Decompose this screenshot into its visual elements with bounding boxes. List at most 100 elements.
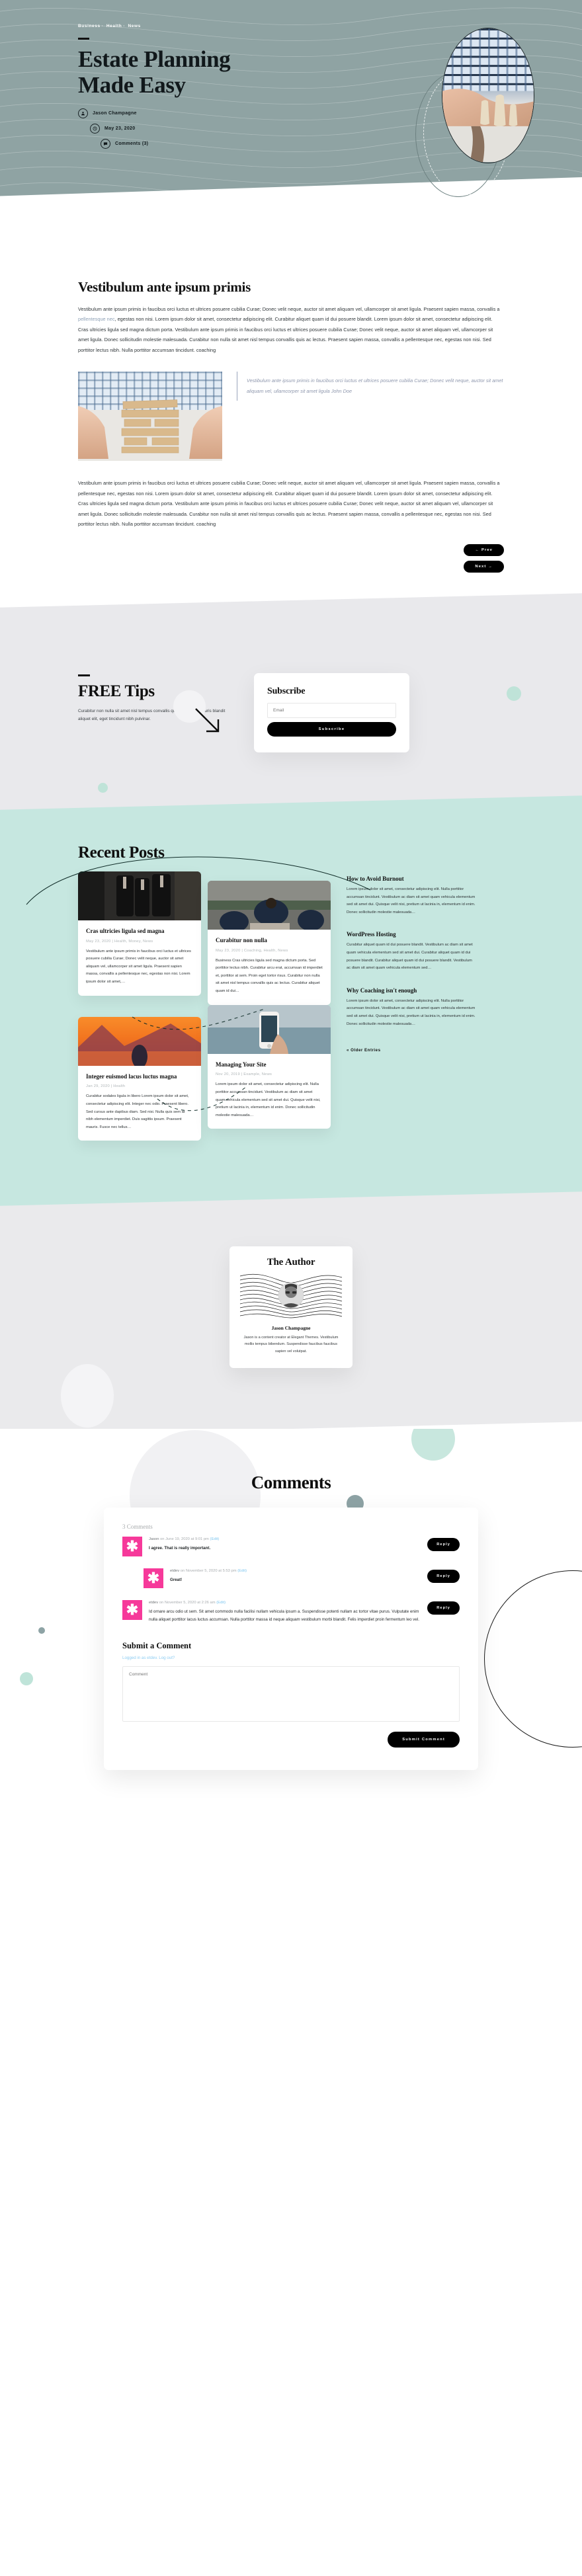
- post-excerpt: Curabitur sodales ligula in libero Lorem…: [86, 1094, 189, 1129]
- blockquote-author: John Doe: [331, 388, 353, 395]
- reply-button[interactable]: Reply: [427, 1601, 460, 1615]
- avatar: ✱: [122, 1537, 142, 1557]
- recent-posts-section: Recent Posts Cras ultricies ligula sed m…: [0, 795, 582, 1215]
- hero-author-name: Jason Champagne: [93, 110, 137, 116]
- comment-on-label: on: [158, 1601, 165, 1605]
- article-title: Vestibulum ante ipsum primis: [78, 279, 251, 295]
- author-heading: The Author: [267, 1257, 315, 1268]
- pellentesque-link[interactable]: pellentesque nec: [78, 316, 115, 322]
- hero-photo: [442, 28, 534, 163]
- post-excerpt: Lorem ipsum dolor sit amet, consectetur …: [216, 1082, 321, 1117]
- recent-sidebar: How to Avoid Burnout Lorem ipsum dolor s…: [347, 871, 476, 1055]
- comments-decor-dot-mint: [411, 1429, 455, 1461]
- post-excerpt: Business Cras ultricies ligula sed magna…: [216, 958, 323, 993]
- reply-button[interactable]: Reply: [427, 1538, 460, 1552]
- post-title[interactable]: Cras ultricies ligula sed magna: [86, 928, 193, 936]
- subscribe-title: Subscribe: [267, 686, 306, 696]
- comment-text: Great!: [170, 1578, 183, 1583]
- comment-author[interactable]: etdev: [149, 1601, 158, 1605]
- tips-decor-dot-mint: [507, 686, 521, 701]
- sidebar-heading[interactable]: WordPress Hosting: [347, 931, 476, 938]
- article-inline-image: [78, 372, 222, 462]
- avatar: ✱: [144, 1568, 163, 1589]
- hero-category-1[interactable]: Health: [106, 24, 122, 28]
- comment-textarea[interactable]: [122, 1666, 460, 1722]
- email-input[interactable]: [267, 702, 396, 718]
- clock-icon: [90, 123, 100, 134]
- sidebar-heading[interactable]: Why Coaching isn't enough: [347, 986, 476, 993]
- article-quote-row: Vestibulum ante ipsum primis in faucibus…: [78, 372, 504, 462]
- comment-meta: Jason on June 19, 2020 at 9:01 pm (Edit): [149, 1537, 421, 1541]
- older-entries-link[interactable]: « Older Entries: [347, 1048, 381, 1053]
- next-button[interactable]: Next →: [464, 560, 504, 573]
- comment-on-label: on: [179, 1569, 186, 1574]
- comment-item: ✱ Jason on June 19, 2020 at 9:01 pm (Edi…: [122, 1537, 460, 1557]
- post-thumbnail: [78, 871, 201, 920]
- post-card[interactable]: Cras ultricies ligula sed magna May 23, …: [78, 871, 201, 996]
- comments-decor-ring: [484, 1570, 582, 1748]
- post-thumbnail: [78, 1016, 201, 1066]
- page-title: Estate Planning Made Easy: [78, 46, 276, 98]
- hero-categories[interactable]: Business · Health · News: [78, 24, 582, 28]
- article-section: Vestibulum ante ipsum primis Vestibulum …: [0, 218, 582, 610]
- comment-author[interactable]: Jason: [149, 1537, 159, 1541]
- hero-divider: [78, 38, 89, 40]
- sidebar-text: Curabitur aliquet quam id dui posuere bl…: [347, 943, 473, 970]
- sidebar-text: Lorem ipsum dolor sit amet, consectetur …: [347, 887, 476, 914]
- comment-edit-link[interactable]: (Edit): [216, 1601, 226, 1605]
- comments-count: 3 Comments: [122, 1523, 153, 1531]
- post-thumbnail: [208, 880, 331, 930]
- author-bio: Jason is a content creator at Elegant Th…: [243, 1336, 339, 1353]
- post-title[interactable]: Managing Your Site: [216, 1061, 323, 1068]
- post-excerpt: Vestibulum ante ipsum primis in faucibus…: [86, 949, 191, 984]
- tips-divider: [78, 674, 90, 676]
- article-paragraph-1: Vestibulum ante ipsum primis in faucibus…: [78, 304, 504, 355]
- post-thumbnail: [208, 1004, 331, 1054]
- comments-heading: Comments: [251, 1472, 331, 1493]
- comment-meta: etdev on November 5, 2020 at 5:53 pm (Ed…: [170, 1569, 421, 1573]
- author-decor-blob: [61, 1364, 114, 1428]
- hero-comments-count[interactable]: Comments (3): [115, 141, 148, 146]
- hero-sep-1: ·: [123, 24, 126, 28]
- logged-in-notice[interactable]: Logged in as etdev. Log out?: [122, 1656, 460, 1660]
- sidebar-text: Lorem ipsum dolor sit amet, consectetur …: [347, 998, 476, 1026]
- comment-edit-link[interactable]: (Edit): [237, 1569, 247, 1573]
- post-meta: Nov 20, 2019 | Example, News: [216, 1072, 272, 1077]
- arrow-down-right-icon: [192, 705, 225, 741]
- prev-button[interactable]: ← Prev: [464, 543, 504, 556]
- post-title[interactable]: Integer euismod lacus luctus magna: [86, 1072, 193, 1080]
- comment-edit-link[interactable]: (Edit): [210, 1537, 220, 1541]
- post-meta: Jan 29, 2020 | Health: [86, 1084, 126, 1089]
- reply-button[interactable]: Reply: [427, 1570, 460, 1584]
- comment-date: November 5, 2020 at 2:26 am: [164, 1601, 216, 1605]
- subscribe-card: Subscribe Subscribe: [254, 672, 409, 752]
- hero-title-line-2: Made Easy: [78, 71, 186, 98]
- submit-comment-heading: Submit a Comment: [122, 1641, 192, 1651]
- comment-date: November 5, 2020 at 5:53 pm: [185, 1569, 237, 1574]
- recent-posts-title: Recent Posts: [78, 843, 165, 862]
- hero-category-2[interactable]: News: [128, 24, 141, 28]
- comments-decor-dot-slate-2: [38, 1627, 45, 1634]
- comment-text: Id ornare arcu odio ut sem. Sit amet com…: [149, 1609, 419, 1623]
- comments-card: 3 Comments ✱ Jason on June 19, 2020 at 9…: [104, 1508, 478, 1771]
- hero-title-line-1: Estate Planning: [78, 46, 231, 72]
- comment-item: ✱ etdev on November 5, 2020 at 5:53 pm (…: [144, 1568, 460, 1589]
- avatar: ✱: [122, 1600, 142, 1621]
- hero-date: May 23, 2020: [104, 126, 136, 131]
- comment-author[interactable]: etdev: [170, 1569, 179, 1573]
- blockquote-text: Vestibulum ante ipsum primis in faucibus…: [247, 378, 503, 395]
- article-paragraph-2: Vestibulum ante ipsum primis in faucibus…: [78, 480, 500, 528]
- subscribe-button[interactable]: Subscribe: [267, 721, 396, 737]
- article-p1-after: , egestas non nisi. Lorem ipsum dolor si…: [78, 316, 493, 353]
- author-section: The Author Jason Champagne Jason is a co…: [0, 1191, 582, 1436]
- post-title[interactable]: Curabitur non nulla: [216, 937, 323, 945]
- submit-comment-button[interactable]: Submit Comment: [388, 1732, 460, 1748]
- post-card[interactable]: Managing Your Site Nov 20, 2019 | Exampl…: [208, 1004, 331, 1129]
- post-card[interactable]: Curabitur non nulla May 23, 2020 | Coach…: [208, 880, 331, 1005]
- author-name: Jason Champagne: [271, 1325, 311, 1331]
- article-p1-before: Vestibulum ante ipsum primis in faucibus…: [78, 306, 500, 312]
- sidebar-heading[interactable]: How to Avoid Burnout: [347, 875, 476, 882]
- comments-decor-dot-mint-2: [20, 1672, 33, 1686]
- hero-category-0[interactable]: Business: [78, 24, 101, 28]
- post-card[interactable]: Integer euismod lacus luctus magna Jan 2…: [78, 1016, 201, 1141]
